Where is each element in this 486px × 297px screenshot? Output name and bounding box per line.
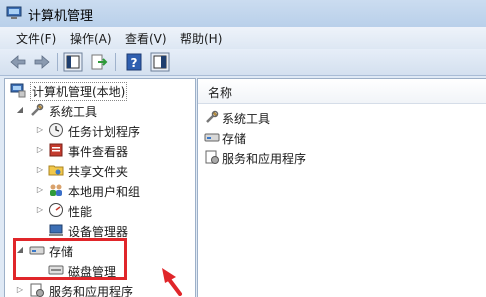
device-manager-icon — [49, 224, 63, 236]
tree-item-task-scheduler[interactable]: ▷ 任务计划程序 — [5, 121, 193, 141]
show-hide-console-tree-icon[interactable] — [63, 52, 83, 72]
highlight-box — [13, 238, 127, 280]
expand-triangle-icon[interactable]: ▷ — [35, 205, 45, 215]
tree-label: 服务和应用程序 — [49, 285, 134, 297]
title-bar: 计算机管理 — [0, 0, 486, 27]
tree-item-event-viewer[interactable]: ▷ 事件查看器 — [5, 141, 193, 161]
tools-icon — [206, 110, 219, 123]
tree-item-local-users[interactable]: ▷ 本地用户和组 — [5, 181, 193, 201]
list-item-label: 存储 — [222, 132, 247, 146]
expand-triangle-icon[interactable]: ▷ — [15, 285, 25, 295]
shared-folder-icon — [48, 165, 64, 176]
clock-icon — [49, 123, 63, 137]
tree-item-system-tools[interactable]: ◢ 系统工具 — [5, 101, 193, 121]
collapse-triangle-icon[interactable]: ◢ — [15, 105, 25, 115]
tree-item-root[interactable]: 计算机管理(本地) — [5, 81, 193, 101]
column-header-name[interactable]: 名称 — [198, 79, 486, 104]
column-header-label: 名称 — [208, 86, 233, 100]
tree-label: 事件查看器 — [68, 145, 129, 159]
back-arrow-icon[interactable] — [8, 52, 28, 72]
menu-help[interactable]: 帮助(H) — [178, 30, 224, 47]
tree-item-performance[interactable]: ▷ 性能 — [5, 201, 193, 221]
help-icon[interactable]: ? — [124, 52, 144, 72]
services-icon — [205, 150, 219, 164]
tree-item-shared-folders[interactable]: ▷ 共享文件夹 — [5, 161, 193, 181]
list-item[interactable]: 系统工具 — [198, 108, 485, 128]
expand-triangle-icon[interactable]: ▷ — [35, 165, 45, 175]
list-item-label: 服务和应用程序 — [222, 152, 307, 166]
list-item-label: 系统工具 — [222, 112, 271, 126]
services-icon — [30, 283, 44, 297]
show-action-pane-icon[interactable] — [150, 52, 170, 72]
menu-action[interactable]: 操作(A) — [68, 30, 114, 47]
toolbar-separator — [57, 53, 58, 71]
list-item[interactable]: 服务和应用程序 — [198, 148, 485, 168]
tree-label: 任务计划程序 — [68, 125, 141, 139]
menu-view[interactable]: 查看(V) — [123, 30, 169, 47]
window-title: 计算机管理 — [28, 9, 94, 24]
results-pane: 名称 系统工具 存储 服务和应用程序 — [197, 78, 486, 297]
computer-management-icon — [10, 83, 26, 98]
users-icon — [50, 184, 62, 196]
tree-label: 本地用户和组 — [68, 185, 141, 199]
menu-file[interactable]: 文件(F) — [14, 30, 58, 47]
menu-bar: 文件(F) 操作(A) 查看(V) 帮助(H) — [0, 27, 486, 49]
tree-label: 性能 — [68, 205, 93, 219]
expand-triangle-icon[interactable]: ▷ — [35, 145, 45, 155]
tree-label: 计算机管理(本地) — [30, 82, 128, 101]
svg-text:?: ? — [131, 56, 138, 70]
annotation-arrow-icon — [162, 268, 182, 296]
expand-triangle-icon[interactable]: ▷ — [35, 125, 45, 135]
storage-drive-icon — [204, 133, 220, 142]
tree-label: 共享文件夹 — [68, 165, 129, 179]
computer-management-icon — [6, 6, 22, 19]
export-list-icon[interactable] — [89, 52, 109, 72]
list-item[interactable]: 存储 — [198, 128, 485, 148]
forward-arrow-icon[interactable] — [32, 52, 52, 72]
toolbar-separator — [115, 53, 116, 71]
expand-triangle-icon[interactable]: ▷ — [35, 185, 45, 195]
performance-gauge-icon — [49, 203, 63, 217]
tools-icon — [31, 103, 44, 116]
tree-label: 系统工具 — [49, 105, 98, 119]
event-viewer-icon — [49, 143, 63, 157]
toolbar: ? — [0, 49, 486, 76]
